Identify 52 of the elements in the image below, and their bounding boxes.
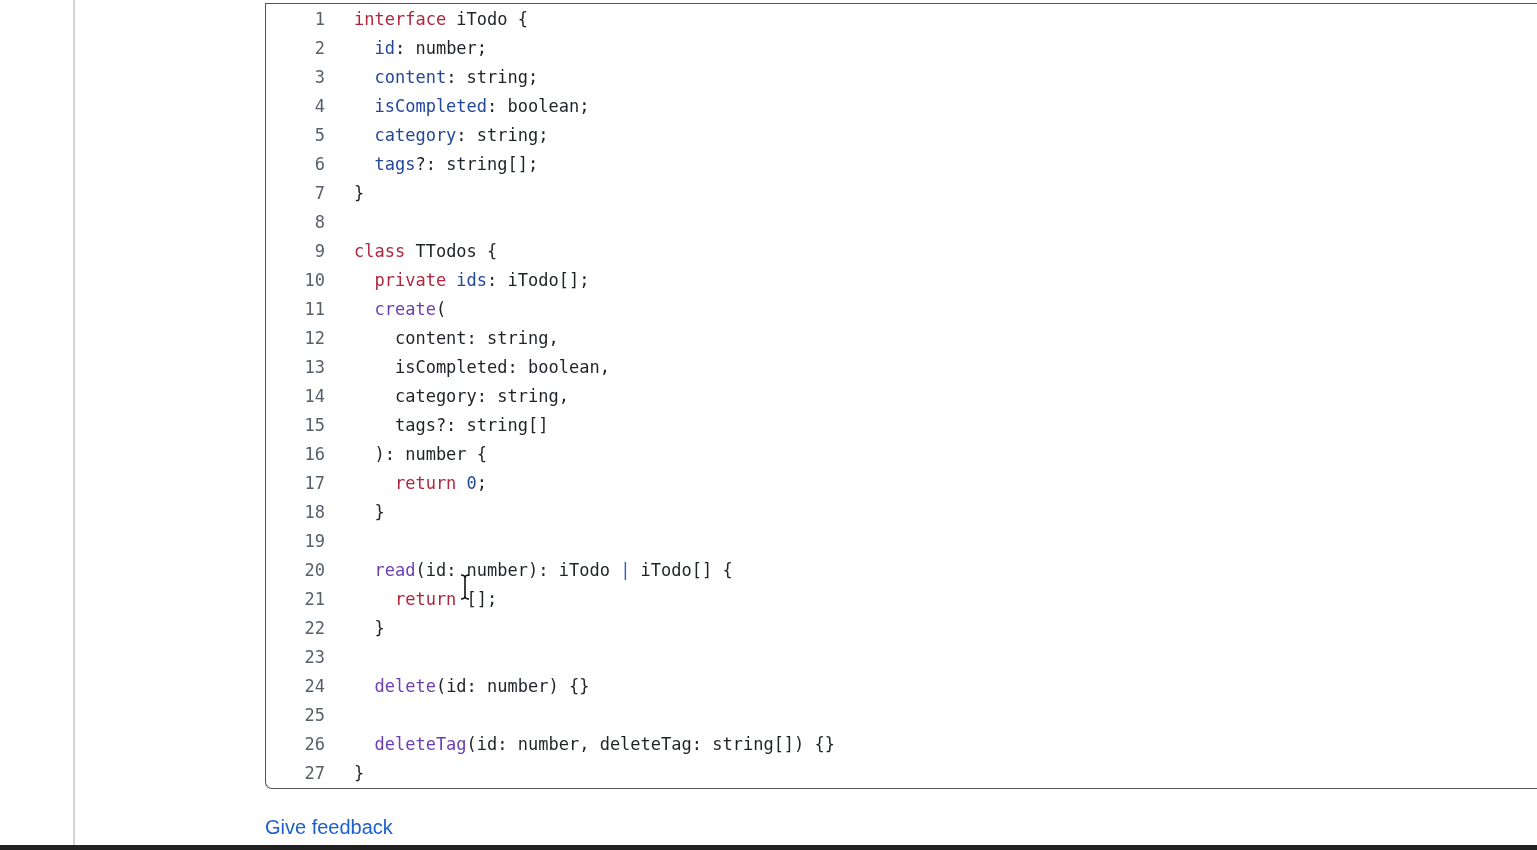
line-number: 6 bbox=[313, 153, 325, 174]
line-number: 19 bbox=[303, 530, 325, 551]
code-line: id: number; bbox=[373, 37, 488, 58]
line-number: 14 bbox=[303, 385, 325, 406]
line-number: 26 bbox=[303, 733, 325, 754]
line-number: 25 bbox=[303, 704, 325, 725]
line-number: 12 bbox=[303, 327, 325, 348]
line-number: 1 bbox=[313, 8, 325, 29]
line-number: 21 bbox=[303, 588, 325, 609]
code-line: isCompleted: boolean; bbox=[373, 95, 590, 116]
code-line: ): number { bbox=[373, 443, 488, 464]
text-cursor-icon bbox=[460, 574, 470, 600]
code-line: tags?: string[] bbox=[393, 414, 549, 435]
line-number: 24 bbox=[303, 675, 325, 696]
code-line: category: string; bbox=[373, 124, 549, 145]
line-number: 16 bbox=[303, 443, 325, 464]
code-line: } bbox=[373, 617, 385, 638]
line-number: 23 bbox=[303, 646, 325, 667]
code-line: tags?: string[]; bbox=[373, 153, 539, 174]
line-number: 10 bbox=[303, 269, 325, 290]
code-line: } bbox=[373, 501, 385, 522]
code-line: class TTodos { bbox=[354, 240, 498, 261]
code-line: isCompleted: boolean, bbox=[393, 356, 610, 377]
code-line: } bbox=[354, 762, 365, 783]
line-number: 2 bbox=[313, 37, 325, 58]
code-line: read(id: number): iTodo | iTodo[] { bbox=[373, 559, 733, 580]
line-number: 27 bbox=[303, 762, 325, 783]
code-line: } bbox=[354, 182, 365, 203]
give-feedback-link[interactable]: Give feedback bbox=[265, 816, 393, 839]
line-number: 4 bbox=[313, 95, 325, 116]
line-number: 3 bbox=[313, 66, 325, 87]
line-number: 18 bbox=[303, 501, 325, 522]
line-number: 7 bbox=[313, 182, 325, 203]
line-number: 5 bbox=[313, 124, 325, 145]
code-line: content: string, bbox=[393, 327, 559, 348]
code-line: deleteTag(id: number, deleteTag: string[]) {} bbox=[373, 733, 836, 754]
line-number: 13 bbox=[303, 356, 325, 377]
line-number: 20 bbox=[303, 559, 325, 580]
code-line: private ids: iTodo[]; bbox=[373, 269, 590, 290]
line-number: 8 bbox=[313, 211, 325, 232]
code-line: delete(id: number) {} bbox=[373, 675, 590, 696]
code-line: return 0; bbox=[393, 472, 488, 493]
line-number: 22 bbox=[303, 617, 325, 638]
code-line: content: string; bbox=[373, 66, 539, 87]
code-line: return []; bbox=[393, 588, 498, 609]
code-line: create( bbox=[373, 298, 447, 319]
code-line: category: string, bbox=[393, 385, 569, 406]
code-line: interface iTodo { bbox=[354, 8, 528, 29]
line-number: 9 bbox=[313, 240, 325, 261]
line-number: 15 bbox=[303, 414, 325, 435]
line-number: 11 bbox=[303, 298, 325, 319]
line-number: 17 bbox=[303, 472, 325, 493]
